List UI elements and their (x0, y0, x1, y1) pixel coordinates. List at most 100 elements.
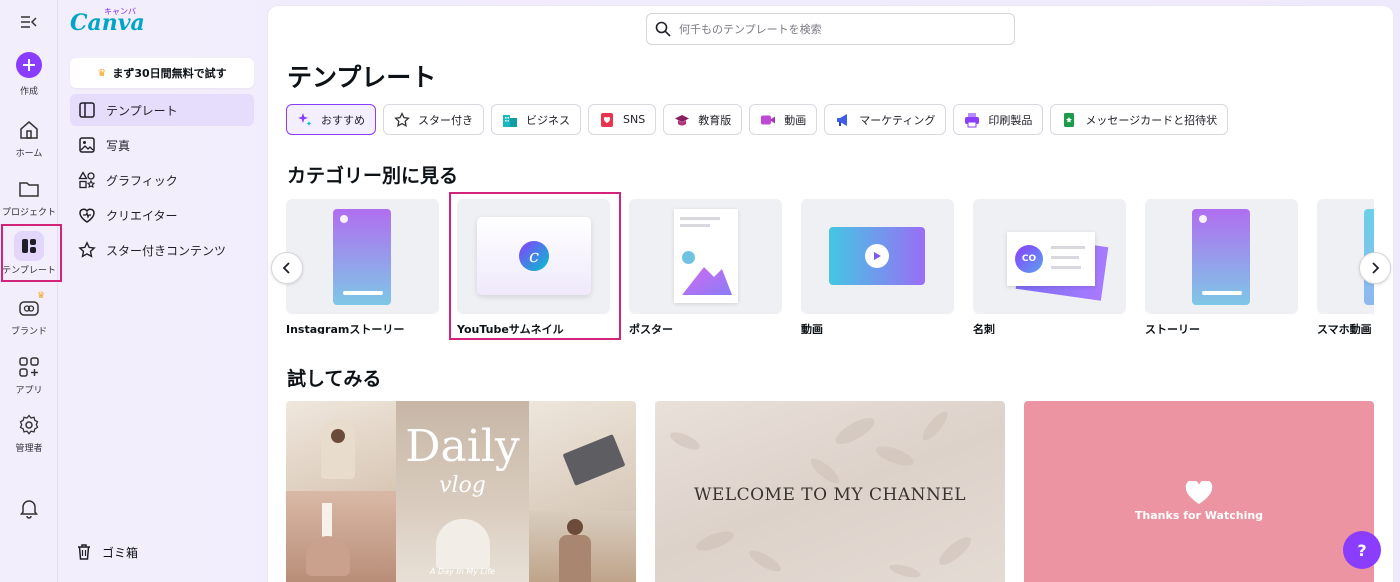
rail-create[interactable]: 作成 (0, 52, 58, 97)
laptop-shape (562, 434, 626, 486)
nav-photos[interactable]: 写真 (70, 129, 254, 161)
category-label: ストーリー (1145, 323, 1200, 334)
category-thumbnail: c (457, 199, 610, 314)
carousel-prev-button[interactable] (271, 252, 303, 284)
folder-icon (19, 182, 39, 197)
chevron-right-icon (1372, 262, 1380, 274)
chip-business-label: ビジネス (526, 113, 570, 127)
rail-home[interactable]: ホーム (0, 118, 58, 159)
chip-recommended[interactable]: おすすめ (286, 104, 376, 135)
sparkle-icon (298, 112, 312, 126)
help-button[interactable]: ? (1343, 531, 1381, 569)
template-card-thanks[interactable]: Thanks for Watching (1024, 401, 1374, 582)
image-icon (79, 137, 95, 153)
video-camera-icon (761, 115, 776, 124)
search-box[interactable]: 何千ものテンプレートを検索 (646, 13, 1015, 45)
chip-starred-label: スター付き (418, 113, 473, 127)
rail-brand[interactable]: ♛ ブランド (0, 291, 58, 337)
try-heading: 試してみる (287, 368, 382, 390)
crown-icon: ♛ (97, 67, 107, 79)
photo-tile (529, 401, 636, 511)
category-card-instagram-story[interactable]: Instagramストーリー (286, 199, 439, 334)
nav-templates[interactable]: テンプレート (70, 94, 254, 126)
chip-education[interactable]: 教育版 (663, 104, 743, 135)
chip-cards[interactable]: メッセージカードと招待状 (1050, 104, 1229, 135)
category-card-story[interactable]: ストーリー (1145, 199, 1298, 334)
instagram-icon (340, 215, 348, 223)
category-thumbnail: CO (973, 199, 1126, 314)
page-title: テンプレート (287, 63, 437, 92)
video-mockup (829, 227, 925, 285)
printer-icon (965, 112, 980, 127)
nav-creators-label: クリエイター (106, 208, 178, 223)
chip-marketing[interactable]: マーケティング (824, 104, 947, 135)
template-card-welcome[interactable]: WELCOME TO MY CHANNEL (655, 401, 1005, 582)
chip-print[interactable]: 印刷製品 (953, 104, 1044, 135)
rail-notifications[interactable] (0, 496, 58, 524)
card-front-mockup: CO (1007, 232, 1095, 286)
rail-create-label: 作成 (19, 87, 38, 97)
nav-photos-label: 写真 (106, 138, 131, 153)
story-mockup (333, 209, 391, 305)
category-card-youtube-thumbnail[interactable]: c YouTubeサムネイル (457, 199, 610, 334)
trash-icon (78, 544, 90, 560)
filter-chips: おすすめ スター付き ビジネス SNS 教育版 動画 マーケティング 印刷製品 (286, 104, 1229, 135)
trash-link[interactable]: ゴミ箱 (76, 543, 138, 561)
chip-business[interactable]: ビジネス (491, 104, 581, 135)
nav-starred[interactable]: スター付きコンテンツ (70, 234, 254, 266)
plus-icon (16, 52, 42, 78)
collapse-menu-icon[interactable] (19, 12, 39, 32)
nav-graphics[interactable]: グラフィック (70, 164, 254, 196)
gear-icon (19, 414, 39, 435)
category-label: ポスター (629, 323, 673, 334)
rail-brand-label: ブランド (10, 327, 47, 337)
graduation-cap-icon (675, 114, 690, 125)
carousel-next-button[interactable] (1359, 252, 1391, 284)
category-label: 動画 (801, 323, 823, 334)
layout-icon (79, 102, 95, 118)
chip-video-label: 動画 (784, 113, 807, 127)
left-rail: 作成 ホーム プロジェクト テンプレート ♛ ブランド アプリ 管理者 (0, 0, 58, 582)
rail-admin-label: 管理者 (15, 444, 43, 454)
nav-creators[interactable]: クリエイター (70, 199, 254, 231)
nav-templates-label: テンプレート (106, 103, 178, 118)
category-card-video[interactable]: 動画 (801, 199, 954, 334)
photo-tile-center: Daily vlog A Day In My Life (396, 401, 529, 582)
rail-admin[interactable]: 管理者 (0, 413, 58, 454)
search-input[interactable]: 何千ものテンプレートを検索 (679, 21, 822, 37)
photo-tile (286, 491, 396, 582)
card-icon (1064, 112, 1075, 127)
template-card-daily-vlog[interactable]: Daily vlog A Day In My Life (286, 401, 636, 582)
canva-c-icon: c (519, 241, 549, 271)
logo-icon: CO (1015, 245, 1043, 273)
chip-sns[interactable]: SNS (588, 104, 657, 135)
play-icon (865, 244, 889, 268)
search-icon (655, 21, 671, 37)
rail-projects[interactable]: プロジェクト (0, 177, 58, 218)
star-icon (78, 241, 96, 258)
poster-mockup (674, 209, 738, 303)
free-trial-button[interactable]: ♛ まず30日間無料で試す (70, 58, 254, 88)
nav-starred-label: スター付きコンテンツ (106, 243, 227, 258)
welcome-title: WELCOME TO MY CHANNEL (693, 485, 967, 505)
shapes-icon (78, 171, 96, 189)
home-icon (20, 121, 38, 139)
rail-home-label: ホーム (15, 149, 43, 159)
category-thumbnail (286, 199, 439, 314)
templates-highlight-frame (1, 224, 62, 282)
chip-starred[interactable]: スター付き (383, 104, 484, 135)
instagram-icon (1199, 215, 1207, 223)
rail-apps[interactable]: アプリ (0, 355, 58, 396)
thumbnail-mockup: c (477, 217, 591, 295)
megaphone-icon (837, 113, 848, 126)
category-thumbnail (629, 199, 782, 314)
category-card-poster[interactable]: ポスター (629, 199, 782, 334)
category-card-business-card[interactable]: CO 名刺 (973, 199, 1126, 334)
chip-video[interactable]: 動画 (749, 104, 818, 135)
vlog-subtitle: vlog (439, 473, 486, 498)
category-thumbnail (1145, 199, 1298, 314)
canva-logo-kana: キャンバ (104, 7, 136, 16)
chip-marketing-label: マーケティング (859, 113, 936, 127)
chip-recommended-label: おすすめ (321, 113, 365, 127)
main-content: 何千ものテンプレートを検索 テンプレート おすすめ スター付き ビジネス SNS… (268, 6, 1393, 582)
